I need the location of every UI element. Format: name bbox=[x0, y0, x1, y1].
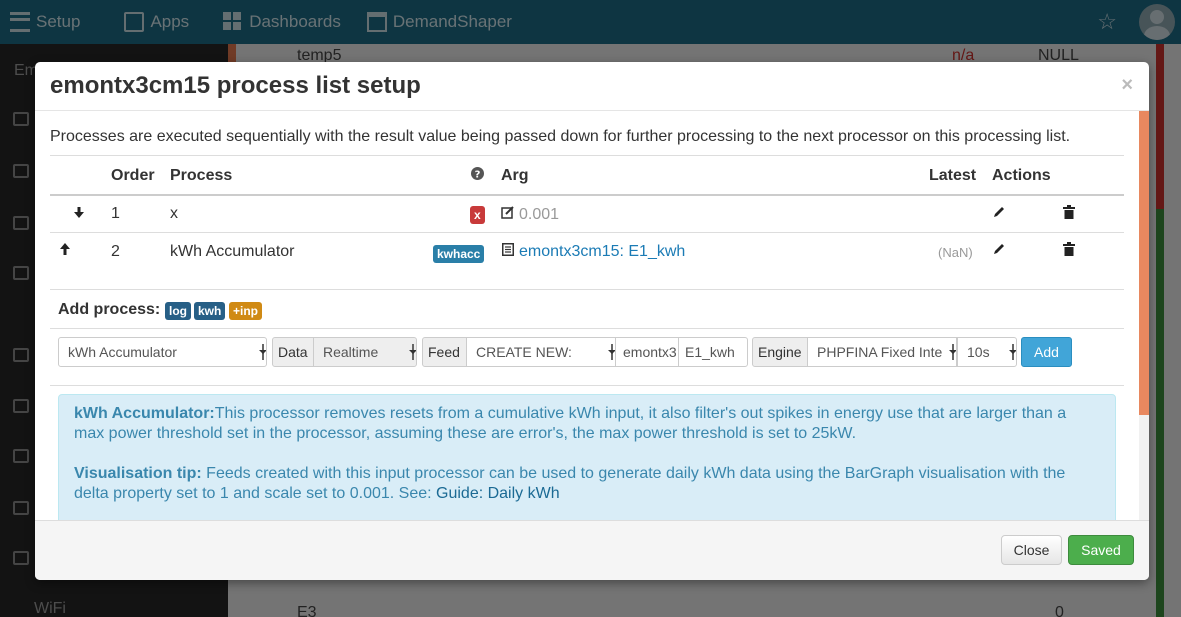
tag-kwh: kwh bbox=[194, 302, 226, 320]
process-info-title: kWh Accumulator: bbox=[74, 405, 215, 422]
chevron-down-icon bbox=[1008, 344, 1016, 360]
feed-name-input-value: E1_kwh bbox=[685, 344, 735, 360]
data-type-select[interactable]: Realtime bbox=[313, 337, 417, 367]
divider bbox=[50, 385, 1124, 386]
engine-select-value: PHPFINA Fixed Inte bbox=[817, 344, 943, 360]
row1-edit-icon[interactable] bbox=[992, 205, 1006, 219]
scrollbar-thumb[interactable] bbox=[1139, 111, 1149, 415]
tip-title: Visualisation tip: bbox=[74, 465, 202, 482]
feed-name-input[interactable]: E1_kwh bbox=[678, 337, 748, 367]
process-list-modal: emontx3cm15 process list setup × Process… bbox=[35, 62, 1149, 580]
col-header-arg: Arg bbox=[501, 167, 529, 184]
feed-list-icon bbox=[502, 243, 514, 256]
row-divider bbox=[50, 289, 1124, 290]
engine-select[interactable]: PHPFINA Fixed Inte bbox=[807, 337, 957, 367]
table-header-divider bbox=[50, 194, 1124, 196]
row2-arg-feed-link[interactable]: emontx3cm15: E1_kwh bbox=[519, 243, 685, 261]
row2-latest: (NaN) bbox=[938, 245, 973, 260]
col-header-order: Order bbox=[111, 167, 155, 184]
process-select-value: kWh Accumulator bbox=[68, 344, 177, 360]
row2-order: 2 bbox=[111, 243, 120, 260]
interval-select-value: 10s bbox=[967, 344, 990, 360]
modal-header: emontx3cm15 process list setup × bbox=[35, 62, 1149, 111]
feed-tag-input-value: emontx3 bbox=[623, 344, 677, 360]
close-button[interactable]: Close bbox=[1001, 535, 1062, 565]
feed-addon: Feed bbox=[422, 337, 467, 367]
row2-delete-icon[interactable] bbox=[1063, 242, 1075, 256]
chevron-down-icon bbox=[948, 344, 956, 360]
row1-process-badge: x bbox=[470, 206, 485, 224]
tag-log: log bbox=[165, 302, 191, 320]
visualisation-tip: Visualisation tip: Feeds created with th… bbox=[74, 464, 1100, 504]
modal-title: emontx3cm15 process list setup bbox=[50, 72, 421, 99]
col-header-actions: Actions bbox=[992, 167, 1051, 184]
row1-order: 1 bbox=[111, 205, 120, 222]
process-select[interactable]: kWh Accumulator bbox=[58, 337, 267, 367]
tag-inp: +inp bbox=[229, 302, 263, 320]
data-type-select-value: Realtime bbox=[323, 344, 379, 360]
engine-addon: Engine bbox=[752, 337, 808, 367]
row2-edit-icon[interactable] bbox=[992, 242, 1006, 256]
help-icon[interactable]: ? bbox=[471, 167, 484, 180]
row1-delete-icon[interactable] bbox=[1063, 205, 1075, 219]
divider bbox=[50, 155, 1124, 156]
move-up-icon[interactable] bbox=[60, 243, 70, 255]
row2-process-badge: kwhacc bbox=[433, 245, 485, 263]
process-info-text: This processor removes resets from a cum… bbox=[74, 405, 1067, 442]
intro-text: Processes are executed sequentially with… bbox=[50, 128, 1071, 145]
interval-select[interactable]: 10s bbox=[957, 337, 1017, 367]
row-divider bbox=[50, 232, 1124, 233]
row1-arg: 0.001 bbox=[519, 206, 560, 223]
col-header-latest: Latest bbox=[929, 167, 977, 184]
feed-select[interactable]: CREATE NEW: bbox=[466, 337, 616, 367]
edit-arg-icon[interactable] bbox=[501, 206, 514, 219]
tip-text: Feeds created with this input processor … bbox=[74, 465, 1066, 502]
chevron-down-icon bbox=[607, 344, 615, 360]
feed-tag-input[interactable]: emontx3 bbox=[615, 337, 679, 367]
data-addon: Data bbox=[272, 337, 314, 367]
add-process-label: Add process: bbox=[58, 301, 161, 318]
move-down-icon[interactable] bbox=[74, 207, 84, 219]
svg-text:?: ? bbox=[475, 170, 481, 181]
row2-process: kWh Accumulator bbox=[170, 243, 295, 260]
process-description: kWh Accumulator:This processor removes r… bbox=[74, 404, 1100, 444]
close-icon[interactable]: × bbox=[1121, 74, 1133, 97]
add-process-button[interactable]: Add bbox=[1021, 337, 1072, 367]
chevron-down-icon bbox=[258, 344, 266, 360]
modal-body: Processes are executed sequentially with… bbox=[35, 111, 1149, 520]
feed-select-value: CREATE NEW: bbox=[476, 344, 572, 360]
process-info-alert: kWh Accumulator:This processor removes r… bbox=[58, 394, 1116, 520]
divider bbox=[50, 328, 1124, 329]
chevron-down-icon bbox=[408, 344, 416, 360]
row1-process: x bbox=[170, 205, 178, 222]
saved-button[interactable]: Saved bbox=[1068, 535, 1134, 565]
modal-footer: Close Saved bbox=[35, 520, 1149, 580]
col-header-process: Process bbox=[170, 167, 233, 184]
guide-daily-kwh-link[interactable]: Guide: Daily kWh bbox=[436, 485, 560, 502]
